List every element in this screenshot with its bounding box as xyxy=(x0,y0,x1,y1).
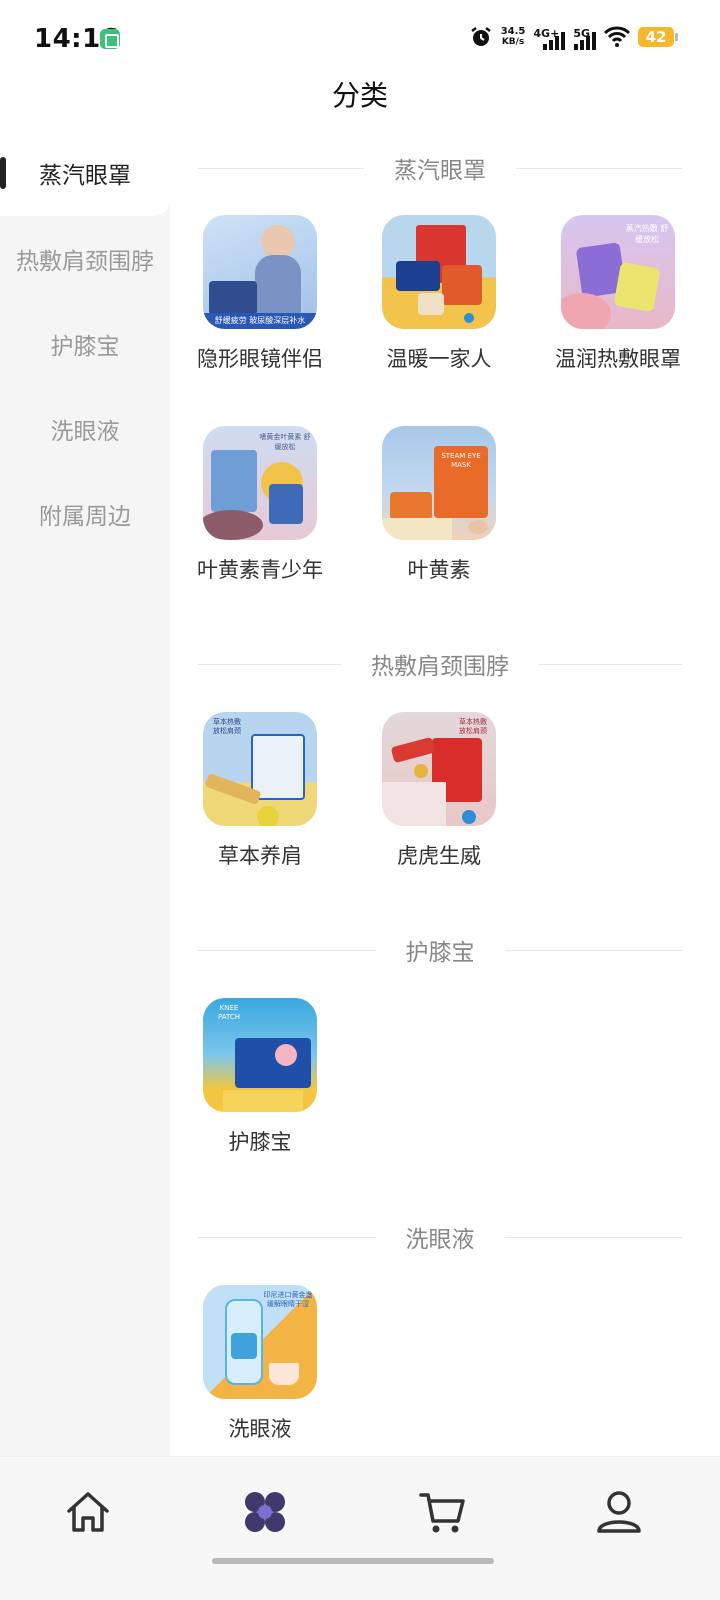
sidebar-item-knee-pad[interactable]: 护膝宝 xyxy=(0,301,170,387)
app-notification-icon xyxy=(100,29,120,49)
sidebar-item-label: 附属周边 xyxy=(39,504,131,530)
product-card[interactable]: 嗜黄金叶黄素 舒缓放松 叶黄素青少年 xyxy=(170,426,350,584)
profile-icon[interactable] xyxy=(594,1487,644,1537)
product-card[interactable]: 舒缓疲劳 玻尿酸深层补水 隐形眼镜伴侣 xyxy=(170,215,350,373)
product-name: 洗眼液 xyxy=(228,1417,292,1441)
sidebar-item-label: 洗眼液 xyxy=(50,419,120,445)
bottom-navigation xyxy=(0,1456,720,1600)
home-indicator[interactable] xyxy=(212,1558,494,1564)
wifi-icon xyxy=(604,26,630,47)
alarm-icon xyxy=(470,27,491,46)
section-header: 热敷肩颈围脖 xyxy=(198,644,682,684)
signal-4g: 4G+ xyxy=(533,24,566,50)
product-name: 叶黄素 xyxy=(407,558,471,582)
sidebar-item-label: 护膝宝 xyxy=(50,334,120,360)
product-list[interactable]: 蒸汽眼罩 舒缓疲劳 玻尿酸深层补水 隐形眼镜伴侣 温暖一家人 蒸汽热敷 舒缓放松 xyxy=(170,130,720,1456)
category-icon[interactable] xyxy=(240,1487,290,1537)
product-name: 叶黄素青少年 xyxy=(197,558,323,582)
cart-icon[interactable] xyxy=(418,1487,468,1537)
home-icon[interactable] xyxy=(63,1487,113,1537)
sidebar-item-neck-wrap[interactable]: 热敷肩颈围脖 xyxy=(0,216,170,302)
product-image: STEAM EYE MASK xyxy=(382,426,496,540)
product-image: 蒸汽热敷 舒缓放松 xyxy=(561,215,675,329)
status-bar: 14:16 34.5 KB/s 4G+ 5G 42 xyxy=(0,0,720,78)
product-name: 护膝宝 xyxy=(228,1130,292,1154)
product-card[interactable]: 草本热敷 放松肩颈 虎虎生威 xyxy=(349,712,529,870)
network-speed: 34.5 KB/s xyxy=(500,26,526,47)
product-card[interactable]: 印尼进口黄金盏 缓解眼睛干涩 洗眼液 xyxy=(170,1285,350,1443)
product-card[interactable]: STEAM EYE MASK 叶黄素 xyxy=(349,426,529,584)
product-card[interactable]: KNEE PATCH 护膝宝 xyxy=(170,998,350,1156)
category-sidebar: 蒸汽眼罩 热敷肩颈围脖 护膝宝 洗眼液 附属周边 xyxy=(0,130,170,1456)
product-image: KNEE PATCH xyxy=(203,998,317,1112)
sidebar-item-label: 热敷肩颈围脖 xyxy=(16,249,154,275)
sidebar-item-label: 蒸汽眼罩 xyxy=(39,163,131,189)
section-header: 蒸汽眼罩 xyxy=(198,148,682,188)
signal-5g: 5G xyxy=(573,24,596,50)
page-title: 分类 xyxy=(331,79,388,112)
product-name: 草本养肩 xyxy=(218,844,302,868)
product-image: 草本热敷 放松肩颈 xyxy=(203,712,317,826)
product-card[interactable]: 温暖一家人 xyxy=(349,215,529,373)
sidebar-item-accessories[interactable]: 附属周边 xyxy=(0,471,170,557)
product-card[interactable]: 蒸汽热敷 舒缓放松 温润热敷眼罩 xyxy=(528,215,708,373)
product-image xyxy=(382,215,496,329)
sidebar-item-eye-wash[interactable]: 洗眼液 xyxy=(0,386,170,472)
product-name: 隐形眼镜伴侣 xyxy=(197,347,323,371)
product-image: 印尼进口黄金盏 缓解眼睛干涩 xyxy=(203,1285,317,1399)
product-image: 草本热敷 放松肩颈 xyxy=(382,712,496,826)
product-card[interactable]: 草本热敷 放松肩颈 草本养肩 xyxy=(170,712,350,870)
product-name: 虎虎生威 xyxy=(397,844,481,868)
battery-icon: 42 xyxy=(638,27,678,47)
product-name: 温暖一家人 xyxy=(386,347,492,371)
product-image: 舒缓疲劳 玻尿酸深层补水 xyxy=(203,215,317,329)
product-image: 嗜黄金叶黄素 舒缓放松 xyxy=(203,426,317,540)
product-name: 温润热敷眼罩 xyxy=(555,347,681,371)
sidebar-item-steam-eye-mask[interactable]: 蒸汽眼罩 xyxy=(0,130,170,216)
status-indicators: 34.5 KB/s 4G+ 5G 42 xyxy=(469,24,678,50)
section-header: 洗眼液 xyxy=(198,1217,682,1257)
section-header: 护膝宝 xyxy=(198,930,682,970)
